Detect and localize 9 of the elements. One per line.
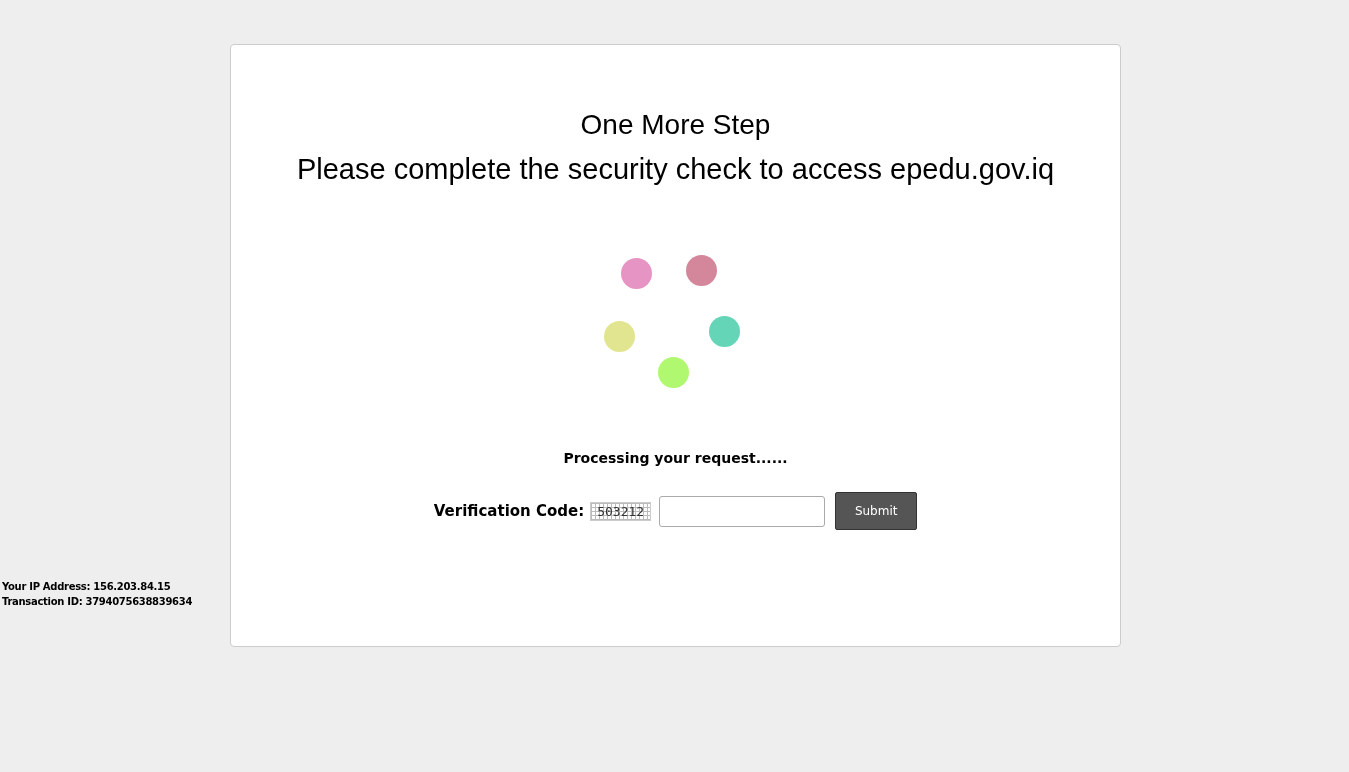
status-text: Processing your request...... xyxy=(563,450,788,466)
transaction-id: Transaction ID: 3794075638839634 xyxy=(2,595,194,609)
page-subtitle: Please complete the security check to access epedu.gov.iq xyxy=(296,152,1055,187)
captcha-code: 503212 xyxy=(590,501,652,521)
code-input-field[interactable] xyxy=(659,495,826,527)
verification-label: Verification Code: xyxy=(433,502,585,520)
page-title: One More Step xyxy=(580,108,771,142)
submit-button[interactable]: Submit xyxy=(835,492,918,530)
ip-address: Your IP Address: 156.203.84.15 xyxy=(2,580,172,594)
